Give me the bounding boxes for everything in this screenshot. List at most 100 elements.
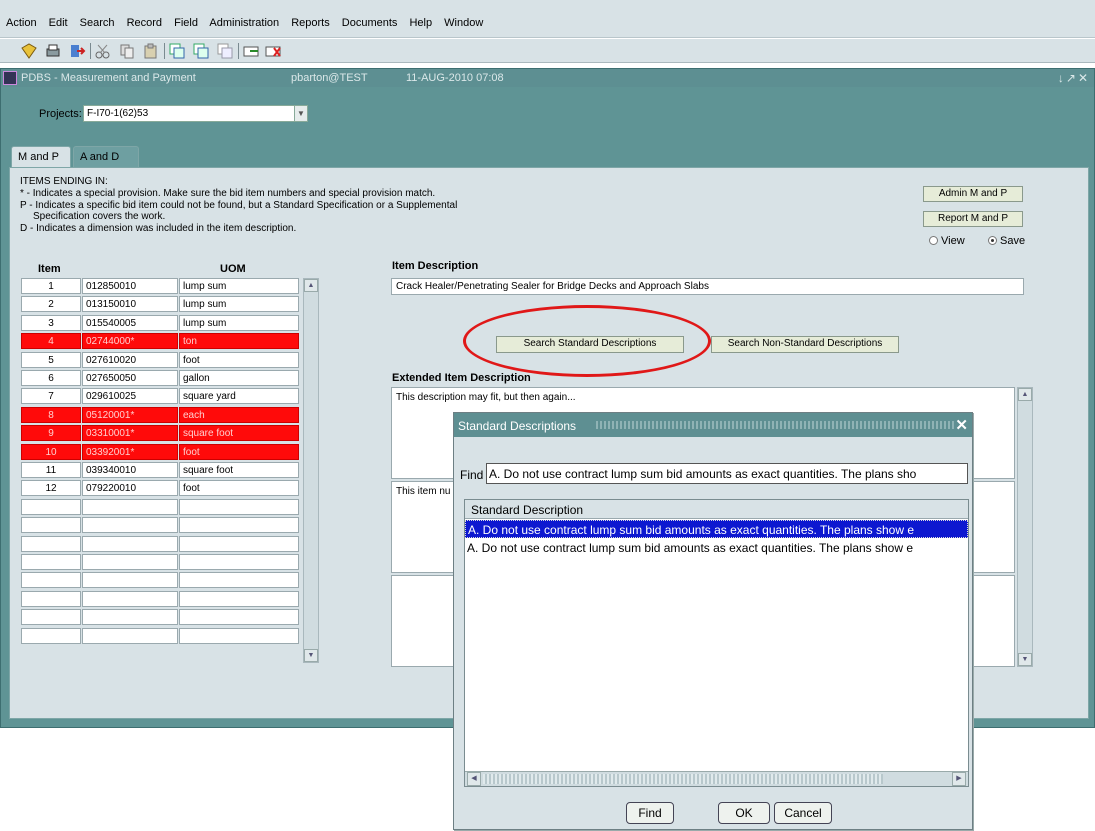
grid-cell-uom[interactable] [179, 517, 299, 534]
grid-cell-uom[interactable] [179, 572, 299, 589]
find-input[interactable]: A. Do not use contract lump sum bid amou… [486, 463, 968, 484]
grid-cell-num[interactable] [21, 554, 81, 570]
grid-cell-uom[interactable]: each [179, 406, 299, 423]
grid-cell-num[interactable]: 2 [21, 296, 81, 313]
grid-cell-code[interactable]: 027650050 [82, 370, 178, 386]
grid-cell-num[interactable] [21, 572, 81, 589]
grid-cell-code[interactable]: 015540005 [82, 314, 178, 331]
grid-cell-num[interactable]: 10 [21, 443, 81, 460]
paste-icon[interactable] [142, 42, 160, 60]
admin-m-and-p-button[interactable]: Admin M and P [923, 186, 1023, 202]
copy-icon[interactable] [118, 42, 136, 60]
grid-cell-uom[interactable]: lump sum [179, 296, 299, 313]
cancel-button[interactable]: Cancel [774, 802, 832, 824]
new-record-icon[interactable] [242, 42, 260, 60]
grid-cell-uom[interactable] [179, 535, 299, 552]
grid-cell-uom[interactable]: foot [179, 351, 299, 368]
close-icon[interactable]: ✕ [955, 416, 968, 434]
grid-cell-code[interactable]: 039340010 [82, 462, 178, 478]
menu-documents[interactable]: Documents [342, 17, 398, 29]
grid-cell-num[interactable]: 4 [21, 333, 81, 350]
print-icon[interactable] [44, 42, 62, 60]
grid-cell-code[interactable] [82, 627, 178, 644]
grid-cell-num[interactable]: 8 [21, 406, 81, 423]
radio-view[interactable]: View [929, 235, 965, 247]
grid-cell-uom[interactable] [179, 609, 299, 626]
grid-cell-code[interactable]: 027610020 [82, 351, 178, 368]
item-description-field[interactable]: Crack Healer/Penetrating Sealer for Brid… [391, 278, 1024, 295]
grid-cell-num[interactable]: 12 [21, 480, 81, 497]
list-item[interactable]: A. Do not use contract lump sum bid amou… [465, 539, 968, 557]
radio-save[interactable]: Save [988, 235, 1025, 247]
grid-cell-uom[interactable] [179, 498, 299, 515]
grid-cell-code[interactable] [82, 498, 178, 515]
grid-cell-uom[interactable]: foot [179, 443, 299, 460]
menu-action[interactable]: Action [6, 17, 37, 29]
grid-cell-num[interactable]: 9 [21, 425, 81, 442]
list-hscrollbar[interactable]: ◀ ▶ [465, 771, 968, 786]
grid-cell-num[interactable]: 3 [21, 314, 81, 331]
save-icon[interactable] [20, 42, 38, 60]
tab-m-and-p[interactable]: M and P [11, 146, 71, 167]
grid-cell-code[interactable]: 02744000* [82, 333, 178, 350]
grid-cell-num[interactable] [21, 535, 81, 552]
grid-cell-uom[interactable]: square yard [179, 388, 299, 405]
report-m-and-p-button[interactable]: Report M and P [923, 211, 1023, 227]
grid-cell-code[interactable] [82, 572, 178, 589]
radio-view-icon[interactable] [929, 236, 938, 245]
grid-cell-uom[interactable] [179, 590, 299, 607]
grid-cell-num[interactable] [21, 590, 81, 607]
scroll-left-icon[interactable]: ◀ [467, 772, 481, 786]
grid-cell-uom[interactable]: square foot [179, 462, 299, 478]
grid-cell-uom[interactable]: gallon [179, 370, 299, 386]
grid-cell-num[interactable] [21, 609, 81, 626]
clear-record-icon[interactable] [216, 42, 234, 60]
grid-cell-num[interactable] [21, 517, 81, 534]
chevron-down-icon[interactable]: ▼ [294, 105, 308, 122]
grid-cell-code[interactable]: 03310001* [82, 425, 178, 442]
grid-cell-code[interactable]: 03392001* [82, 443, 178, 460]
find-button[interactable]: Find [626, 802, 674, 824]
delete-record-icon[interactable] [192, 42, 210, 60]
ok-button[interactable]: OK [718, 802, 770, 824]
tab-a-and-d[interactable]: A and D [73, 146, 139, 167]
grid-cell-code[interactable]: 05120001* [82, 406, 178, 423]
menu-help[interactable]: Help [409, 17, 432, 29]
list-item[interactable]: A. Do not use contract lump sum bid amou… [465, 520, 968, 538]
grid-cell-num[interactable]: 5 [21, 351, 81, 368]
grid-cell-uom[interactable]: lump sum [179, 314, 299, 331]
insert-record-icon[interactable] [168, 42, 186, 60]
grid-cell-code[interactable] [82, 535, 178, 552]
scroll-thumb[interactable] [483, 774, 883, 784]
grid-cell-num[interactable]: 6 [21, 370, 81, 386]
extended-scrollbar[interactable]: ▲ ▼ [1017, 387, 1033, 667]
radio-save-icon[interactable] [988, 236, 997, 245]
exit-icon[interactable] [68, 42, 86, 60]
grid-cell-code[interactable]: 079220010 [82, 480, 178, 497]
grid-cell-num[interactable]: 1 [21, 278, 81, 294]
grid-cell-uom[interactable] [179, 554, 299, 570]
scroll-down-icon[interactable]: ▼ [304, 649, 318, 662]
scroll-up-icon[interactable]: ▲ [304, 279, 318, 292]
grid-cell-code[interactable]: 013150010 [82, 296, 178, 313]
grid-cell-num[interactable]: 11 [21, 462, 81, 478]
project-select[interactable]: F-I70-1(62)53 [83, 105, 295, 122]
grid-cell-uom[interactable]: ton [179, 333, 299, 350]
grid-cell-code[interactable]: 012850010 [82, 278, 178, 294]
grid-cell-num[interactable] [21, 498, 81, 515]
grid-cell-uom[interactable]: square foot [179, 425, 299, 442]
scroll-down-icon[interactable]: ▼ [1018, 653, 1032, 666]
grid-cell-code[interactable] [82, 590, 178, 607]
menu-record[interactable]: Record [127, 17, 162, 29]
scroll-right-icon[interactable]: ▶ [952, 772, 966, 786]
grid-cell-uom[interactable]: foot [179, 480, 299, 497]
search-non-standard-descriptions-button[interactable]: Search Non-Standard Descriptions [711, 336, 899, 353]
menu-window[interactable]: Window [444, 17, 483, 29]
menu-edit[interactable]: Edit [49, 17, 68, 29]
grid-cell-code[interactable] [82, 517, 178, 534]
item-grid-scrollbar[interactable]: ▲ ▼ [303, 278, 319, 663]
window-controls-icon[interactable]: ↓↗✕ [1058, 71, 1090, 85]
menu-administration[interactable]: Administration [209, 17, 279, 29]
menu-field[interactable]: Field [174, 17, 198, 29]
menu-reports[interactable]: Reports [291, 17, 330, 29]
